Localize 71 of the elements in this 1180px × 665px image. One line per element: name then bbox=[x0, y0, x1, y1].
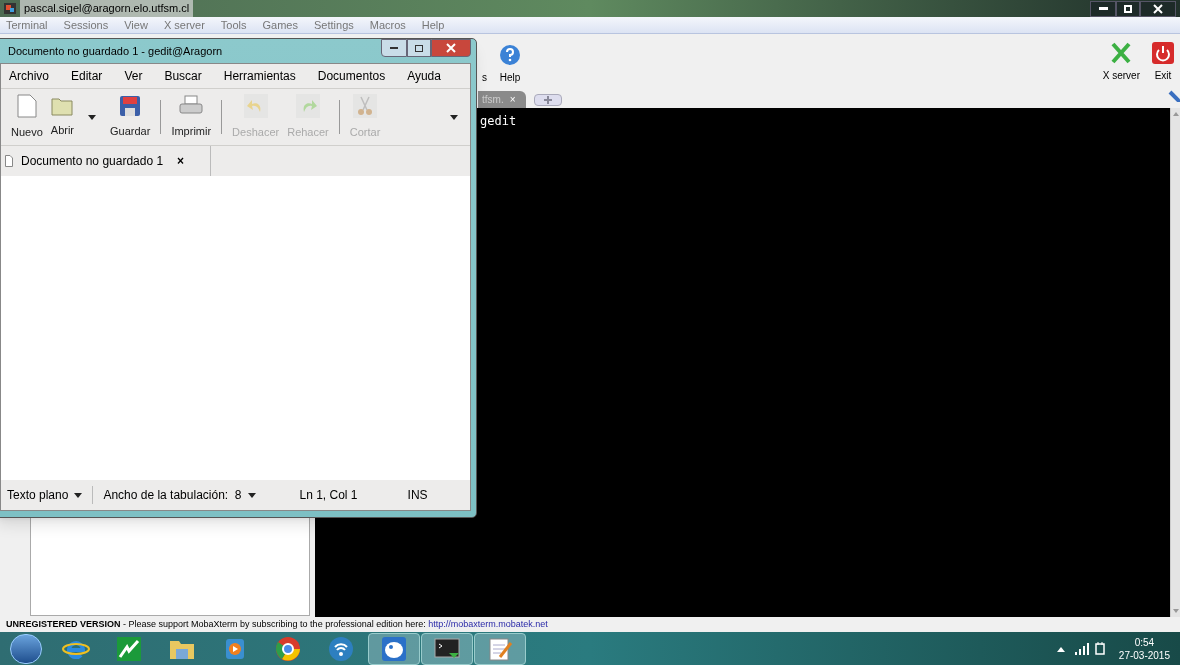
toolbar-button[interactable]: s bbox=[482, 69, 487, 85]
clock-time: 0:54 bbox=[1134, 635, 1155, 649]
new-tab-button[interactable] bbox=[534, 94, 562, 106]
unregistered-notice: UNREGISTERED VERSION - Please support MobaXterm by subscribing to the professional edition here: http://mobaxterm.mobatek.net bbox=[6, 617, 548, 631]
minimize-button[interactable] bbox=[381, 39, 407, 57]
terminal-line: gedit bbox=[480, 113, 517, 130]
tab-label: tfsm. bbox=[482, 93, 504, 107]
toolbar-button[interactable]: Exit bbox=[1152, 41, 1174, 83]
document-icon bbox=[16, 93, 37, 118]
toolbar-button[interactable]: Imprimir bbox=[167, 94, 216, 140]
window-title: pascal.sigel@aragorn.elo.utfsm.cl bbox=[20, 0, 194, 17]
wireless-icon bbox=[327, 634, 355, 663]
taskbar-button[interactable] bbox=[474, 632, 526, 665]
toolbar-button[interactable]: Help bbox=[499, 43, 521, 85]
document-icon bbox=[5, 155, 13, 167]
app-icon bbox=[4, 3, 16, 14]
menu-item[interactable]: Help bbox=[421, 16, 445, 34]
folder-icon bbox=[51, 95, 74, 116]
clock-date: 27-03-2015 bbox=[1118, 648, 1170, 662]
menu-item[interactable]: Ver bbox=[124, 67, 143, 85]
menu-item[interactable]: X server bbox=[163, 16, 205, 34]
menu-item[interactable]: Archivo bbox=[9, 67, 49, 85]
printer-icon bbox=[179, 94, 204, 117]
x-letter-icon bbox=[1110, 41, 1133, 64]
cursor-position: Ln 1, Col 1 bbox=[299, 487, 358, 504]
tab-width-dropdown[interactable]: Ancho de la tabulación: 8 bbox=[93, 486, 262, 504]
toolbar-button[interactable]: Guardar bbox=[106, 94, 155, 140]
scissors-icon bbox=[353, 93, 378, 118]
power-plug-icon[interactable] bbox=[1094, 641, 1105, 656]
taskbar-button[interactable] bbox=[421, 632, 473, 665]
clock[interactable]: 0:54 27-03-2015 bbox=[1118, 635, 1170, 662]
website-link[interactable]: http://mobaxterm.mobatek.net bbox=[428, 618, 548, 629]
up-arrow-icon[interactable] bbox=[1056, 645, 1065, 652]
restore-button[interactable] bbox=[1116, 0, 1140, 17]
dropdown-arrow-icon[interactable] bbox=[88, 114, 97, 120]
round-logo-icon bbox=[274, 634, 302, 663]
minimize-button[interactable] bbox=[1090, 0, 1116, 17]
close-icon bbox=[446, 43, 456, 53]
toolbar-button[interactable]: Abrir bbox=[46, 95, 79, 139]
window-title: Documento no guardado 1 - gedit@Aragorn bbox=[8, 43, 223, 59]
menu-item[interactable]: Buscar bbox=[164, 67, 202, 85]
menu-item[interactable]: Herramientas bbox=[223, 67, 296, 85]
start-button[interactable] bbox=[10, 633, 42, 664]
menu-item[interactable]: Games bbox=[262, 16, 298, 34]
menu-item[interactable]: Macros bbox=[369, 16, 406, 34]
menu-item[interactable]: Ayuda bbox=[407, 67, 441, 85]
dropdown-arrow-icon bbox=[247, 492, 256, 498]
toolbar-button[interactable]: X server bbox=[1102, 41, 1140, 83]
power-icon bbox=[1152, 41, 1174, 64]
menu-item[interactable]: View bbox=[124, 16, 148, 34]
maximize-button[interactable] bbox=[407, 39, 431, 57]
toolbar-button[interactable]: Nuevo bbox=[7, 93, 47, 141]
line-chart-icon bbox=[115, 634, 143, 663]
plus-icon bbox=[544, 96, 552, 104]
language-dropdown[interactable]: Texto plano bbox=[1, 486, 94, 504]
taskbar-button[interactable] bbox=[368, 632, 420, 665]
tab-close[interactable]: × bbox=[177, 152, 185, 170]
menu-item[interactable]: Settings bbox=[314, 16, 354, 34]
menu-item[interactable]: Editar bbox=[71, 67, 103, 85]
menu-item[interactable]: Terminal bbox=[6, 16, 48, 34]
menu-item[interactable]: Tools bbox=[220, 16, 247, 34]
menu-item[interactable]: Sessions bbox=[63, 16, 109, 34]
help-icon bbox=[499, 43, 521, 66]
tab-label: Documento no guardado 1 bbox=[21, 153, 164, 170]
insert-mode: INS bbox=[407, 487, 428, 504]
close-button[interactable] bbox=[1140, 0, 1176, 17]
menu-item[interactable]: Documentos bbox=[317, 67, 386, 85]
close-icon bbox=[1153, 3, 1163, 14]
overflow-arrow-icon[interactable] bbox=[450, 114, 458, 120]
signal-icon[interactable] bbox=[1074, 642, 1089, 655]
dropdown-arrow-icon bbox=[74, 492, 83, 498]
